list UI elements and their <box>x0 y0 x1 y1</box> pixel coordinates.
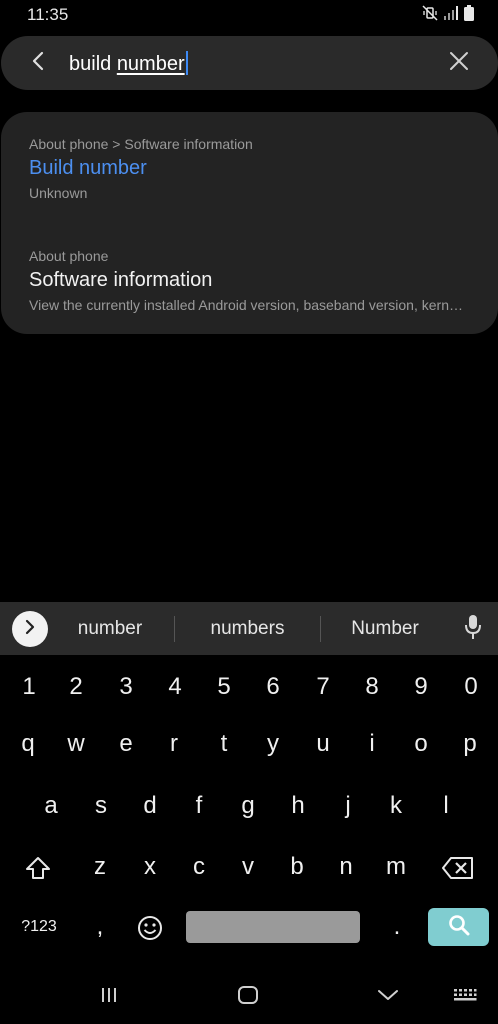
home-icon <box>237 985 259 1010</box>
recent-apps-icon <box>99 986 119 1009</box>
search-query-plain: build <box>69 53 117 75</box>
key-s[interactable]: s <box>81 784 121 828</box>
key-j[interactable]: j <box>328 784 368 828</box>
home-button[interactable] <box>235 985 261 1010</box>
result-title: Software information <box>29 269 213 291</box>
clear-search-button[interactable] <box>446 50 472 76</box>
result-software-information[interactable]: About phone Software information View th… <box>29 248 468 313</box>
search-input[interactable]: build number <box>69 51 188 76</box>
key-p[interactable]: p <box>450 722 490 766</box>
battery-icon <box>464 4 474 26</box>
key-2[interactable]: 2 <box>56 665 96 709</box>
key-0[interactable]: 0 <box>451 665 491 709</box>
signal-icon <box>443 5 459 25</box>
key-w[interactable]: w <box>56 722 96 766</box>
search-submit-key[interactable] <box>428 908 489 946</box>
suggestion-2[interactable]: numbers <box>190 618 305 640</box>
key-o[interactable]: o <box>401 722 441 766</box>
key-q[interactable]: q <box>8 722 48 766</box>
key-e[interactable]: e <box>106 722 146 766</box>
key-d[interactable]: d <box>130 784 170 828</box>
suggestion-1[interactable]: number <box>60 618 160 640</box>
backspace-icon <box>442 853 474 880</box>
key-5[interactable]: 5 <box>204 665 244 709</box>
key-9[interactable]: 9 <box>401 665 441 709</box>
key-u[interactable]: u <box>303 722 343 766</box>
key-k[interactable]: k <box>376 784 416 828</box>
shift-key[interactable] <box>18 845 58 889</box>
key-6[interactable]: 6 <box>253 665 293 709</box>
hide-keyboard-button[interactable] <box>375 986 401 1008</box>
text-cursor <box>185 51 188 75</box>
space-key[interactable] <box>186 911 360 943</box>
key-r[interactable]: r <box>154 722 194 766</box>
emoji-key[interactable] <box>130 905 170 949</box>
key-x[interactable]: x <box>130 845 170 889</box>
key-g[interactable]: g <box>228 784 268 828</box>
chevron-left-icon <box>31 51 45 76</box>
key-a[interactable]: a <box>31 784 71 828</box>
key-y[interactable]: y <box>253 722 293 766</box>
mute-vibrate-icon <box>422 4 438 26</box>
backspace-key[interactable] <box>438 845 478 889</box>
back-button[interactable] <box>23 48 53 78</box>
key-c[interactable]: c <box>179 845 219 889</box>
search-query-composing: number <box>116 53 185 75</box>
key-n[interactable]: n <box>326 845 366 889</box>
smiley-icon <box>137 913 163 940</box>
result-path: About phone <box>29 248 109 264</box>
key-1[interactable]: 1 <box>9 665 49 709</box>
key-l[interactable]: l <box>426 784 466 828</box>
symbols-key[interactable]: ?123 <box>14 905 64 949</box>
key-8[interactable]: 8 <box>352 665 392 709</box>
keyboard-icon <box>453 988 477 1007</box>
key-z[interactable]: z <box>80 845 120 889</box>
key-m[interactable]: m <box>376 845 416 889</box>
key-b[interactable]: b <box>277 845 317 889</box>
period-key[interactable]: . <box>377 905 417 949</box>
result-subtitle: Unknown <box>29 185 88 201</box>
status-time: 11:35 <box>27 5 69 24</box>
suggestion-bar: number numbers Number <box>0 602 498 655</box>
keyboard-switch-button[interactable] <box>452 986 478 1008</box>
suggestion-divider <box>174 616 175 642</box>
key-7[interactable]: 7 <box>303 665 343 709</box>
key-4[interactable]: 4 <box>155 665 195 709</box>
key-3[interactable]: 3 <box>106 665 146 709</box>
key-f[interactable]: f <box>179 784 219 828</box>
key-i[interactable]: i <box>352 722 392 766</box>
search-results: About phone > Software information Build… <box>1 112 498 334</box>
suggestion-3[interactable]: Number <box>335 618 435 640</box>
comma-key[interactable]: , <box>80 905 120 949</box>
result-build-number[interactable]: About phone > Software information Build… <box>29 136 468 201</box>
close-icon <box>449 51 469 76</box>
status-icons <box>422 4 474 26</box>
key-h[interactable]: h <box>278 784 318 828</box>
search-icon <box>448 914 470 941</box>
chevron-right-icon <box>24 619 36 640</box>
suggestion-divider <box>320 616 321 642</box>
microphone-icon <box>464 614 482 645</box>
shift-icon <box>24 853 52 880</box>
search-bar: build number <box>1 36 498 90</box>
navigation-bar <box>0 972 498 1024</box>
status-bar: 11:35 <box>0 0 498 30</box>
chevron-down-icon <box>377 988 399 1007</box>
expand-toolbar-button[interactable] <box>12 611 48 647</box>
result-title: Build number <box>29 157 147 179</box>
keyboard: number numbers Number 1 2 3 4 5 6 7 8 9 … <box>0 602 498 972</box>
voice-input-button[interactable] <box>462 614 484 645</box>
key-t[interactable]: t <box>204 722 244 766</box>
key-v[interactable]: v <box>228 845 268 889</box>
result-subtitle: View the currently installed Android ver… <box>29 297 468 313</box>
recent-apps-button[interactable] <box>96 986 122 1008</box>
result-path: About phone > Software information <box>29 136 253 152</box>
